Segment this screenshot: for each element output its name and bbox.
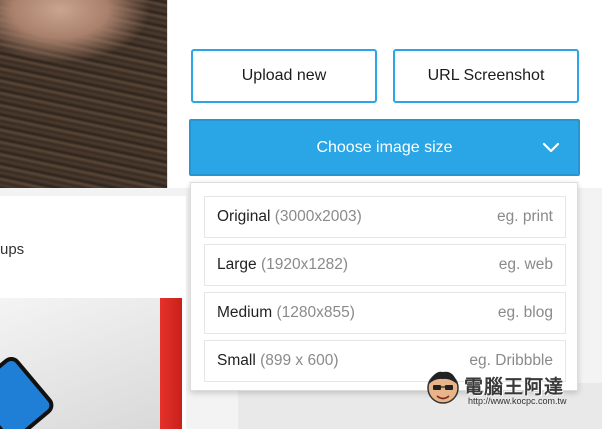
size-option-large[interactable]: Large (1920x1282) eg. web	[204, 244, 566, 286]
option-name: Original	[217, 208, 271, 225]
image-size-menu: Original (3000x2003) eg. print Large (19…	[190, 182, 578, 391]
mockup-image	[0, 298, 182, 429]
upload-new-label: Upload new	[241, 67, 327, 84]
chevron-down-icon	[542, 142, 560, 153]
option-example: eg. blog	[497, 304, 553, 321]
url-screenshot-button[interactable]: URL Screenshot	[393, 49, 579, 103]
dropdown-label: Choose image size	[316, 138, 453, 156]
option-name: Medium	[217, 304, 273, 321]
watermark-url: http://www.kocpc.com.tw	[468, 396, 567, 406]
mascot-icon	[427, 371, 459, 404]
watermark-title: 電腦王阿達	[464, 377, 565, 398]
url-screenshot-label: URL Screenshot	[427, 67, 545, 84]
option-example: eg. print	[496, 208, 553, 225]
option-name: Large	[217, 256, 257, 273]
upload-new-button[interactable]: Upload new	[191, 49, 377, 103]
phone-corner	[0, 352, 58, 429]
option-dimensions: (899 x 600)	[260, 352, 339, 369]
choose-image-size-dropdown[interactable]: Choose image size	[189, 119, 580, 176]
size-option-medium[interactable]: Medium (1280x855) eg. blog	[204, 292, 566, 334]
option-dimensions: (1920x1282)	[260, 256, 349, 273]
red-device-edge	[160, 298, 182, 429]
size-option-original[interactable]: Original (3000x2003) eg. print	[204, 196, 566, 238]
partial-heading: ups	[0, 241, 25, 258]
option-dimensions: (1280x855)	[276, 304, 355, 321]
option-name: Small	[217, 352, 256, 369]
option-example: eg. web	[498, 256, 553, 273]
watermark: 電腦王阿達 http://www.kocpc.com.tw	[424, 364, 600, 410]
option-dimensions: (3000x2003)	[274, 208, 362, 225]
background-photo	[0, 0, 168, 188]
